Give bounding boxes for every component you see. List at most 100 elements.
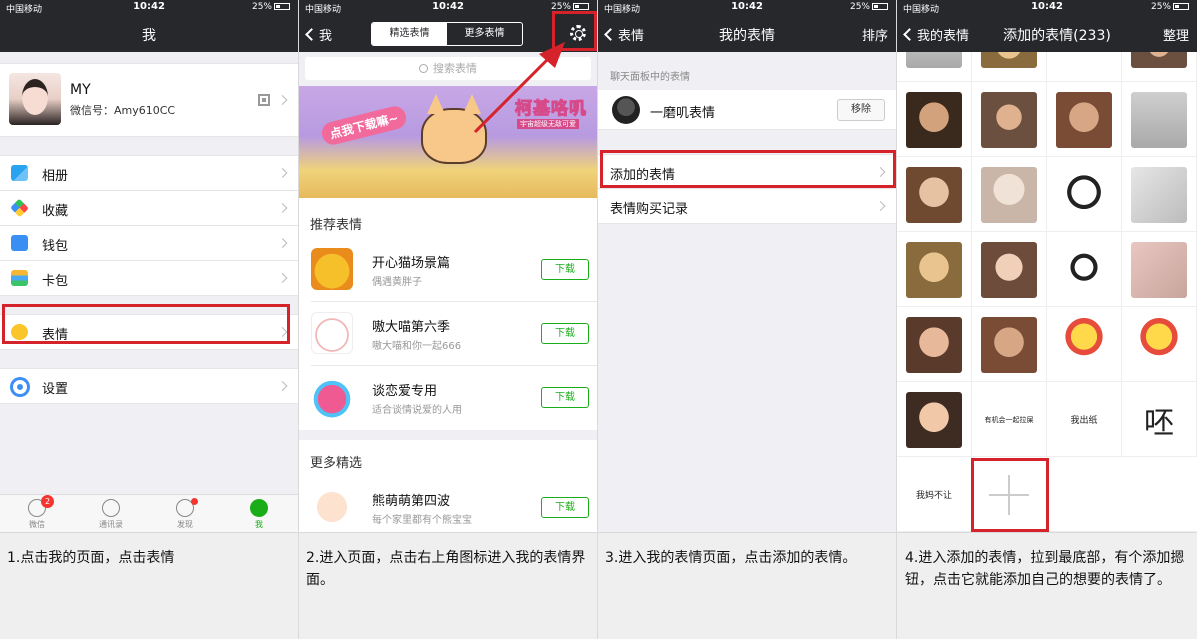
- back-button[interactable]: 我: [305, 25, 332, 44]
- row-added-stickers[interactable]: 添加的表情: [598, 154, 896, 189]
- menu-item-favorites[interactable]: 收藏: [0, 190, 298, 226]
- tab-me[interactable]: 我: [222, 499, 296, 530]
- sticker-cell[interactable]: [1122, 82, 1197, 157]
- sticker-cell[interactable]: 有机会一起拉屎: [972, 382, 1047, 457]
- chevron-right-icon: [277, 95, 288, 105]
- sticker-pack-item[interactable]: 开心猫场景篇 偶遇黄胖子 下载: [299, 238, 597, 302]
- sticker-cell[interactable]: 呸: [1122, 382, 1197, 457]
- sticker-cell[interactable]: [1047, 82, 1122, 157]
- download-button[interactable]: 下载: [541, 323, 589, 344]
- menu-item-stickers[interactable]: 表情: [0, 315, 298, 350]
- new-dot: [191, 498, 198, 505]
- chevron-right-icon: [277, 238, 288, 248]
- menu-group-settings: 设置: [0, 368, 298, 404]
- pack-thumbnail: [311, 376, 353, 418]
- battery-indicator: 25%: [551, 2, 589, 12]
- sticker-cell[interactable]: [897, 307, 972, 382]
- sticker-cell[interactable]: [972, 157, 1047, 232]
- chevron-right-icon: [277, 168, 288, 178]
- menu-item-settings[interactable]: 设置: [0, 369, 298, 404]
- sticker-row: [897, 82, 1197, 157]
- row-purchase-history[interactable]: 表情购买记录: [598, 189, 896, 224]
- section-caption: 聊天面板中的表情: [610, 72, 690, 83]
- battery-text: 25%: [550, 2, 571, 12]
- menu-item-wallet[interactable]: 钱包: [0, 225, 298, 261]
- sticker-cell[interactable]: [897, 82, 972, 157]
- tab-featured-stickers[interactable]: 精选表情: [372, 23, 447, 45]
- nav-bar: 我: [0, 15, 298, 52]
- page-title: 我的表情: [719, 28, 775, 44]
- chevron-left-icon: [305, 28, 318, 41]
- pack-description: 嗷大喵和你一起666: [372, 341, 462, 352]
- sticker-cell[interactable]: [972, 307, 1047, 382]
- tab-bar: 2 微信 通讯录 发现 我: [0, 494, 298, 532]
- pack-name: 一磨叽表情: [650, 106, 716, 121]
- page-title: 添加的表情(233): [1003, 28, 1111, 44]
- battery-text: 25%: [1150, 2, 1171, 12]
- gear-icon[interactable]: [570, 25, 586, 41]
- sticker-cell[interactable]: 我出纸: [1047, 382, 1122, 457]
- menu-item-album[interactable]: 相册: [0, 156, 298, 191]
- sticker-cell[interactable]: [1047, 157, 1122, 232]
- my-stickers-screen: 中国移动 10:42 25% 表情 我的表情 排序 聊天面板中的表情 一磨叽表情…: [598, 0, 896, 532]
- download-button[interactable]: 下载: [541, 387, 589, 408]
- row-label: 添加的表情: [610, 168, 676, 183]
- pack-thumbnail: [311, 248, 353, 290]
- sticker-cell[interactable]: [1122, 307, 1197, 382]
- menu-item-label: 钱包: [42, 239, 69, 254]
- wallet-icon: [11, 235, 28, 251]
- sticker-cell[interactable]: 我妈不让: [897, 457, 972, 532]
- sticker-cell[interactable]: [897, 382, 972, 457]
- organize-button[interactable]: 整理: [1163, 25, 1189, 44]
- pack-thumbnail: [311, 486, 353, 528]
- step-caption: 2.进入页面，点击右上角图标进入我的表情界面。: [306, 550, 586, 588]
- status-bar: 中国移动 10:42 25%: [0, 0, 298, 15]
- sticker-cell[interactable]: [972, 82, 1047, 157]
- pack-thumbnail: [311, 312, 353, 354]
- menu-group-main: 相册 收藏 钱包 卡包: [0, 155, 298, 296]
- pack-thumbnail: [612, 96, 640, 124]
- sticker-row: [897, 232, 1197, 307]
- tab-contacts[interactable]: 通讯录: [74, 499, 148, 530]
- status-bar: 中国移动 10:42 25%: [897, 0, 1197, 15]
- sticker-cell[interactable]: [1047, 307, 1122, 382]
- chevron-right-icon: [875, 166, 886, 177]
- caption-bar: 1.点击我的页面，点击表情 2.进入页面，点击右上角图标进入我的表情界面。 3.…: [0, 532, 1197, 639]
- download-button[interactable]: 下载: [541, 259, 589, 280]
- tab-discover[interactable]: 发现: [148, 498, 222, 530]
- sticker-cell[interactable]: [972, 232, 1047, 307]
- sticker-pack-item[interactable]: 谈恋爱专用 适合谈情说爱的人用 下载: [299, 366, 597, 430]
- battery-icon: [274, 3, 290, 10]
- remove-button[interactable]: 移除: [837, 99, 885, 121]
- download-button[interactable]: 下载: [541, 497, 589, 518]
- chevron-right-icon: [277, 327, 288, 337]
- added-stickers-screen: 中国移动 10:42 25% 我的表情 添加的表情(233) 整理 有机会一起拉…: [897, 0, 1197, 532]
- battery-icon: [872, 3, 888, 10]
- chevron-right-icon: [277, 203, 288, 213]
- smiley-icon: [11, 324, 28, 340]
- favorites-icon: [10, 198, 29, 218]
- menu-item-cards[interactable]: 卡包: [0, 260, 298, 296]
- sticker-cell[interactable]: [897, 232, 972, 307]
- sticker-cell[interactable]: [1047, 232, 1122, 307]
- sticker-cell[interactable]: [1122, 232, 1197, 307]
- tab-chats[interactable]: 2 微信: [0, 495, 74, 530]
- sort-button[interactable]: 排序: [862, 25, 888, 44]
- battery-indicator: 25%: [252, 2, 290, 12]
- tab-label: 我: [255, 520, 263, 529]
- chevron-right-icon: [875, 201, 886, 211]
- card-icon: [11, 270, 28, 286]
- settings-icon: [13, 380, 27, 394]
- compass-icon: [176, 498, 198, 517]
- profile-card[interactable]: MY 微信号：Amy610CC: [0, 63, 298, 137]
- sticker-pack-item[interactable]: 熊萌萌第四波 每个家里都有个熊宝宝 下载: [299, 476, 597, 532]
- add-sticker-button[interactable]: [972, 457, 1047, 532]
- step-caption: 4.进入添加的表情，拉到最底部，有个添加摁钮，点击它就能添加自己的想要的表情了。: [905, 550, 1185, 588]
- pack-name: 嗷大喵第六季: [372, 320, 451, 335]
- sticker-pack-item[interactable]: 嗷大喵第六季 嗷大喵和你一起666 下载: [299, 302, 597, 366]
- sticker-cell[interactable]: [897, 157, 972, 232]
- menu-item-label: 表情: [42, 328, 69, 343]
- nav-bar: 我的表情 添加的表情(233) 整理: [897, 15, 1197, 52]
- sticker-cell[interactable]: [1122, 157, 1197, 232]
- chevron-right-icon: [277, 273, 288, 283]
